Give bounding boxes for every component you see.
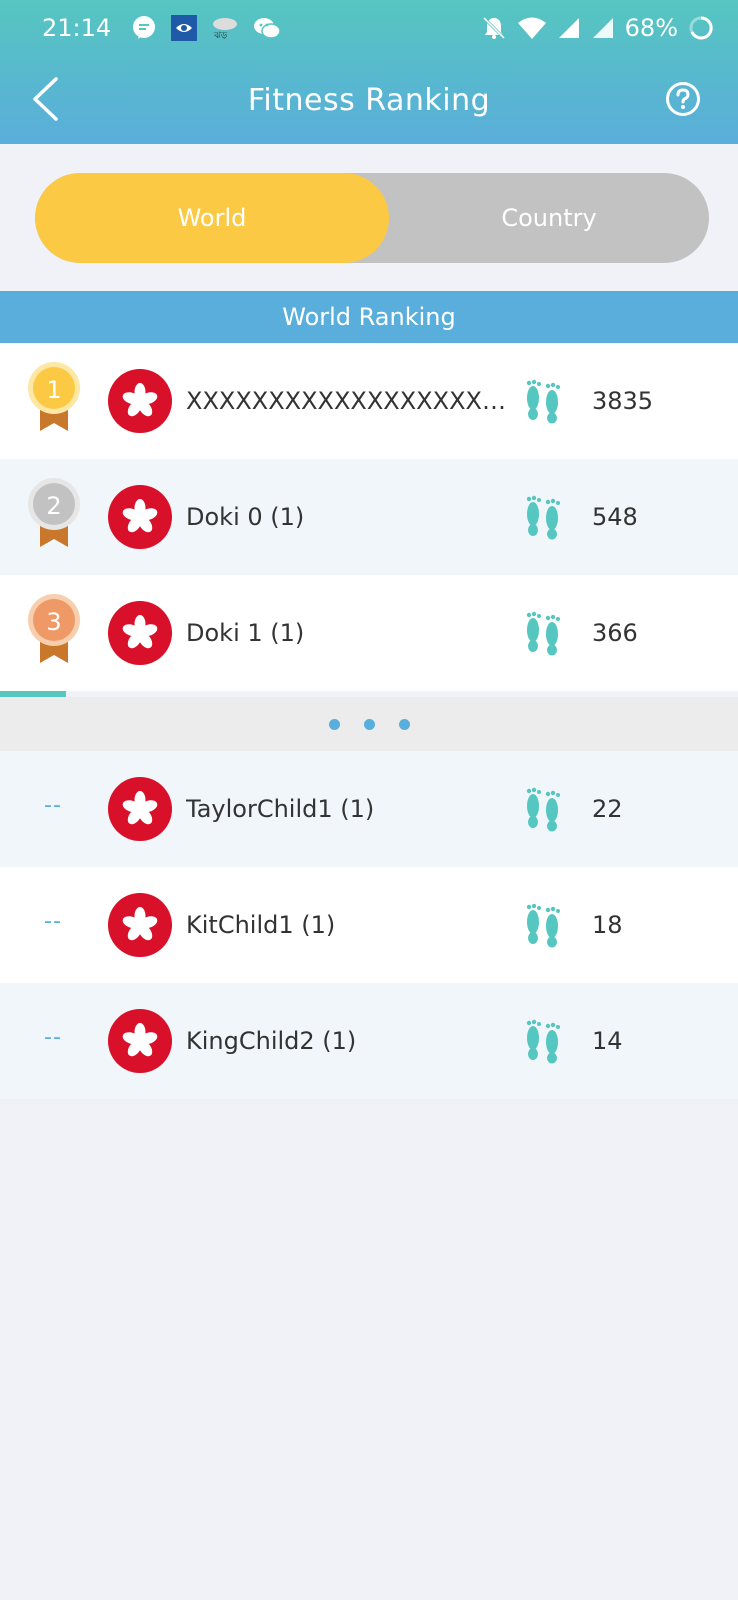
app-icon — [171, 15, 198, 41]
system-icons: 68% — [481, 14, 714, 42]
footprints-icon — [526, 495, 560, 540]
tab-world[interactable]: World — [35, 173, 389, 263]
step-count: 3835 — [592, 387, 654, 415]
weather-icon: ঝড় — [211, 15, 239, 41]
rank-placeholder: -- — [44, 909, 62, 934]
ranking-row[interactable]: 1 XXXXXXXXXXXXXXXXXXXXXXXXXXXXXXXXXX 383… — [0, 343, 738, 475]
hong-kong-flag-icon — [108, 777, 172, 841]
rank-cell: -- — [0, 751, 108, 867]
hong-kong-flag-icon — [108, 1009, 172, 1073]
rank-placeholder: -- — [44, 1025, 62, 1050]
wechat-icon — [253, 15, 281, 41]
notification-icons: ঝড় — [131, 15, 281, 41]
rank-number: 1 — [46, 376, 62, 404]
hong-kong-flag-icon — [108, 369, 172, 433]
wifi-icon — [517, 16, 547, 40]
chevron-left-icon — [33, 77, 58, 121]
app-header: 21:14 ঝড় 68% Fitness Ranking — [0, 0, 738, 144]
hong-kong-flag-icon — [108, 485, 172, 549]
footprints-icon — [526, 1019, 560, 1064]
ranking-row[interactable]: 2 Doki 0 (1) 548 — [0, 459, 738, 591]
step-count: 18 — [592, 911, 623, 939]
status-bar: 21:14 ঝড় 68% — [0, 0, 738, 56]
rank-cell: 3 — [0, 575, 108, 691]
step-count: 14 — [592, 1027, 623, 1055]
ranking-scope-tabs: World Country — [35, 173, 709, 263]
hong-kong-flag-icon — [108, 893, 172, 957]
chat-bubble-icon — [131, 15, 157, 41]
user-name: KingChild2 (1) — [186, 1027, 357, 1055]
footprints-icon — [526, 611, 560, 656]
rank-number: 3 — [46, 608, 62, 636]
step-count: 22 — [592, 795, 623, 823]
help-button[interactable] — [664, 80, 702, 118]
rank-placeholder: -- — [44, 793, 62, 818]
ranking-row[interactable]: 3 Doki 1 (1) 366 — [0, 575, 738, 707]
rank-cell: 2 — [0, 459, 108, 575]
ranking-row[interactable]: -- KingChild2 (1) 14 — [0, 983, 738, 1099]
mute-bell-icon — [481, 15, 507, 41]
step-count: 548 — [592, 503, 638, 531]
footprints-icon — [526, 379, 560, 424]
question-circle-icon — [666, 82, 700, 116]
hong-kong-flag-icon — [108, 601, 172, 665]
ellipsis-dot — [398, 718, 410, 730]
rank-cell: -- — [0, 983, 108, 1099]
section-title: World Ranking — [0, 291, 738, 343]
battery-percent: 68% — [624, 14, 678, 42]
back-button[interactable] — [20, 74, 70, 124]
user-name: TaylorChild1 (1) — [186, 795, 375, 823]
ranking-row[interactable]: -- KitChild1 (1) 18 — [0, 867, 738, 983]
signal-icon — [557, 16, 581, 40]
rank-number: 2 — [46, 492, 62, 520]
more-separator — [0, 697, 738, 751]
footprints-icon — [526, 903, 560, 948]
step-count: 366 — [592, 619, 638, 647]
user-name: Doki 1 (1) — [186, 619, 305, 647]
rank-cell: -- — [0, 867, 108, 983]
title-bar: Fitness Ranking — [0, 56, 738, 144]
status-time: 21:14 — [42, 14, 112, 42]
ellipsis-dot — [328, 718, 340, 730]
user-name: KitChild1 (1) — [186, 911, 336, 939]
svg-text:ঝড়: ঝড় — [213, 31, 228, 41]
signal-icon-2 — [591, 16, 615, 40]
tab-country[interactable]: Country — [389, 173, 709, 263]
battery-ring-icon — [688, 15, 714, 41]
footprints-icon — [526, 787, 560, 832]
page-title: Fitness Ranking — [247, 82, 491, 118]
rank-cell: 1 — [0, 343, 108, 459]
user-name: XXXXXXXXXXXXXXXXXXXXXXXXXXXXXXXXXX — [186, 387, 516, 415]
user-name: Doki 0 (1) — [186, 503, 305, 531]
ranking-row[interactable]: -- TaylorChild1 (1) 22 — [0, 751, 738, 867]
ellipsis-dot — [363, 718, 375, 730]
